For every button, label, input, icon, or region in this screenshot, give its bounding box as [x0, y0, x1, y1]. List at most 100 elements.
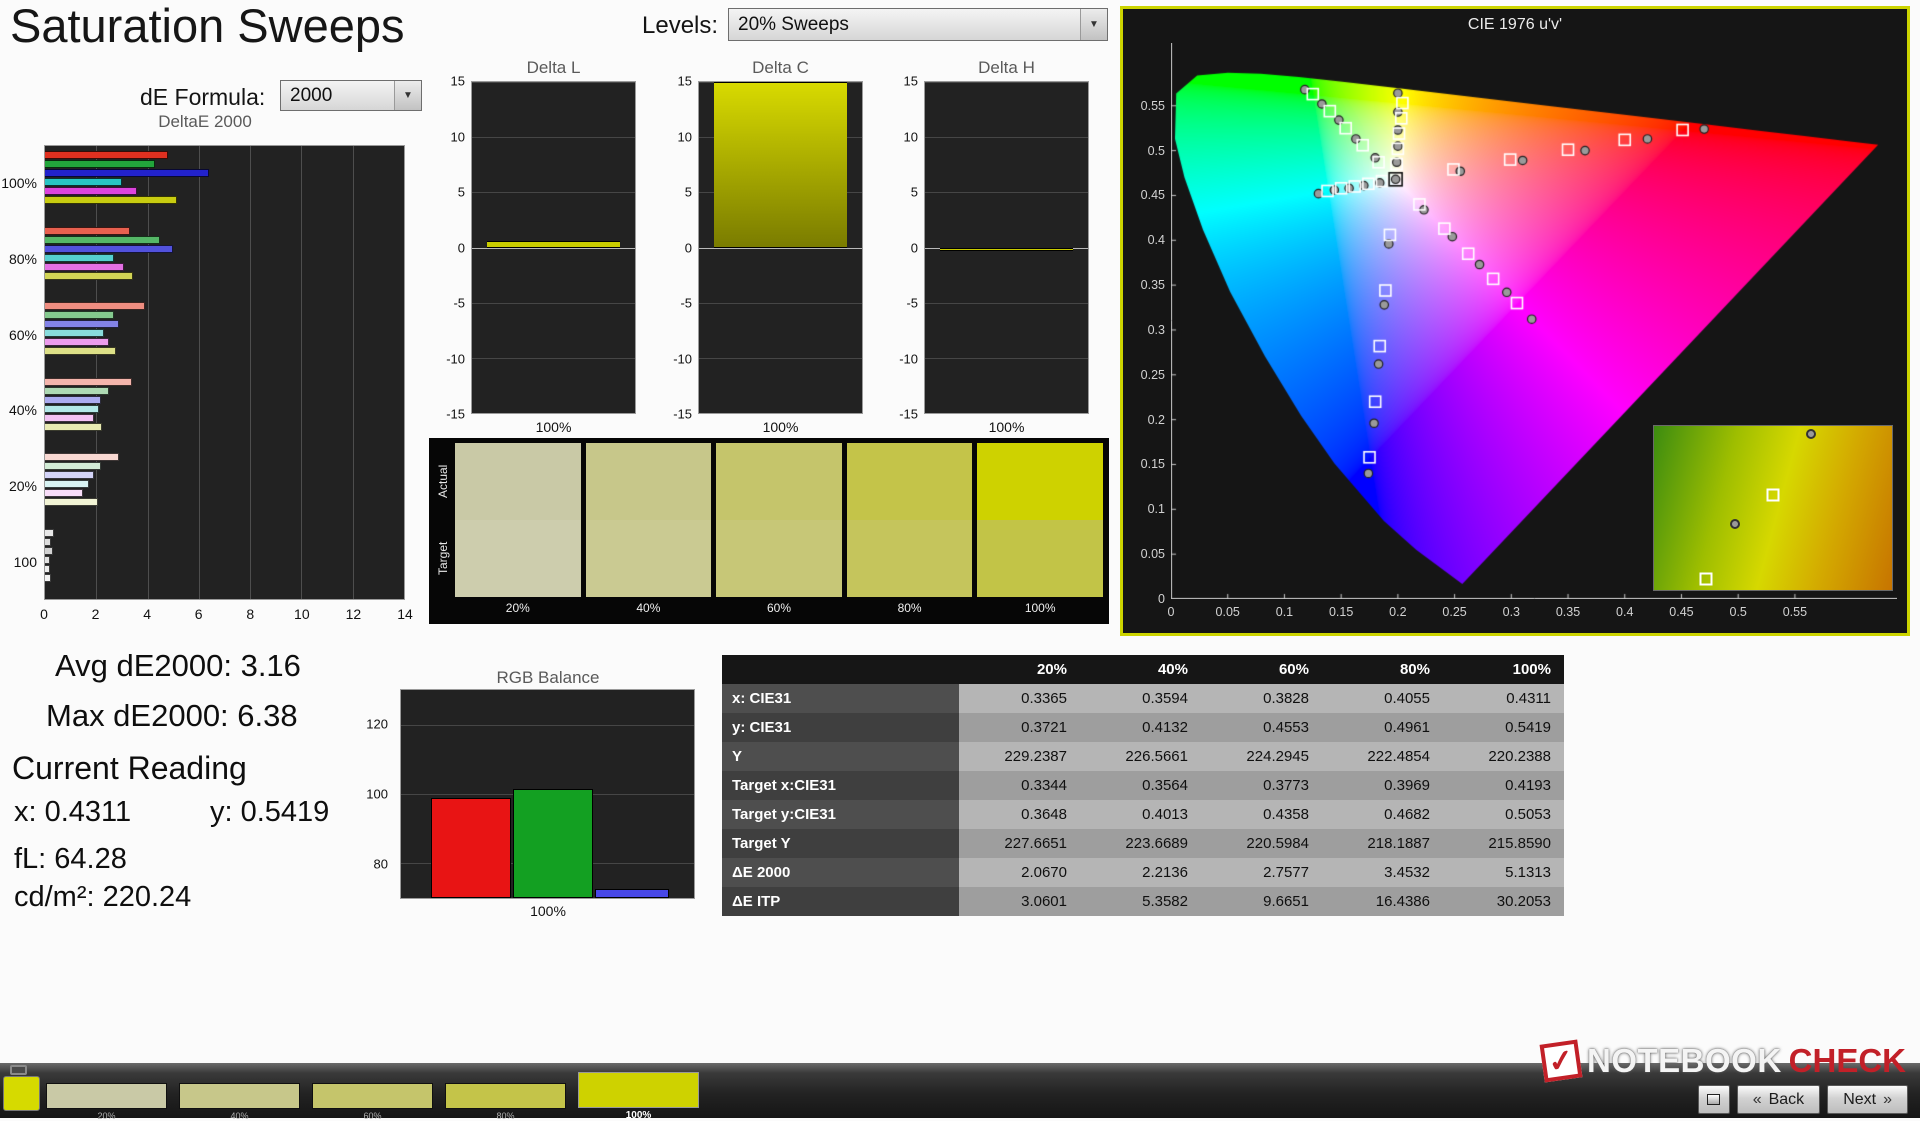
table-cell: 0.4193: [1443, 771, 1564, 800]
gridline: [925, 358, 1088, 359]
patch-color: [578, 1072, 699, 1108]
table-cell: 0.3773: [1201, 771, 1322, 800]
swatch-label: 60%: [716, 597, 842, 619]
bar: [487, 241, 621, 248]
table-cell: 0.4013: [1080, 800, 1201, 829]
x-tick-label: 0: [40, 606, 48, 622]
layout-button[interactable]: [1698, 1085, 1730, 1114]
bar-group: [45, 146, 404, 222]
next-button[interactable]: Next »: [1827, 1085, 1908, 1114]
levels-label: Levels:: [642, 12, 718, 40]
chart-title: Delta L: [471, 58, 636, 78]
de-formula-dropdown[interactable]: 2000 ▼: [280, 80, 422, 111]
back-button[interactable]: « Back: [1737, 1085, 1820, 1114]
bar-red: [431, 798, 511, 898]
patch-button-60%[interactable]: 60%: [312, 1083, 433, 1121]
y-tick-label: 0: [911, 240, 918, 255]
patch-label: 60%: [312, 1111, 433, 1121]
y-tick-label: 0.15: [1123, 457, 1165, 471]
de-formula-value: 2000: [281, 81, 394, 110]
x-tick-label: 100%: [698, 419, 863, 435]
table-header-row: 20%40%60%80%100%: [722, 655, 1564, 684]
swatch-label: 20%: [455, 597, 581, 619]
y-axis: 151050-5-10-15: [658, 81, 698, 414]
x-tick-label: 0.55: [1783, 605, 1807, 619]
patch-button-40%[interactable]: 40%: [179, 1083, 300, 1121]
actual-target-swatches: Actual Target 20%40%60%80%100%: [429, 438, 1109, 624]
y-tick-label: 0.3: [1123, 323, 1165, 337]
patch-label: 80%: [445, 1111, 566, 1121]
y-tick-label: 15: [904, 74, 918, 89]
chart-title: RGB Balance: [398, 668, 698, 688]
table-cell: 3.0601: [959, 887, 1080, 916]
delta-chart: Delta H151050-5-10-15100%: [884, 58, 1091, 435]
cie-diagram-panel[interactable]: CIE 1976 u'v' 00.050.10.150.20.250.30.35…: [1120, 6, 1910, 636]
table-cell: 0.3828: [1201, 684, 1322, 713]
table-cell: 0.4055: [1322, 684, 1443, 713]
current-cdm2: cd/m²: 220.24: [14, 881, 191, 914]
y-tick-label: 0.2: [1123, 413, 1165, 427]
y-tick-label: -15: [899, 407, 918, 422]
plot-area: [400, 689, 695, 899]
table-cell: 0.4682: [1322, 800, 1443, 829]
gridline: [699, 413, 862, 414]
y-tick-label: 120: [366, 717, 388, 732]
next-chevrons-icon: »: [1883, 1091, 1892, 1109]
bar: [45, 178, 122, 186]
y-axis-label: 60%: [0, 297, 42, 373]
table-cell: 0.3365: [959, 684, 1080, 713]
y-axis: 151050-5-10-15: [884, 81, 924, 414]
measured-marker: [1806, 429, 1816, 439]
y-tick-label: 0: [1123, 592, 1165, 606]
bar-group: [45, 373, 404, 449]
patch-color: [312, 1083, 433, 1109]
table-row-label: x: CIE31: [722, 684, 959, 713]
gridline: [925, 82, 1088, 83]
table-cell: 226.5661: [1080, 742, 1201, 771]
table-cell: 222.4854: [1322, 742, 1443, 771]
current-y: y: 0.5419: [210, 796, 329, 829]
patch-button-100%[interactable]: 100%: [578, 1072, 699, 1121]
y-axis-label: 80%: [0, 221, 42, 297]
table-cell: 5.1313: [1443, 858, 1564, 887]
gridline: [472, 358, 635, 359]
y-tick-label: 5: [911, 185, 918, 200]
y-tick-label: -5: [453, 296, 465, 311]
levels-dropdown[interactable]: 20% Sweeps ▼: [728, 8, 1108, 41]
table-cell: 9.6651: [1201, 887, 1322, 916]
table-row-label: y: CIE31: [722, 713, 959, 742]
actual-label: Actual: [431, 443, 455, 520]
x-tick-label: 0.35: [1556, 605, 1580, 619]
y-tick-label: 10: [904, 129, 918, 144]
target-marker: [1767, 488, 1780, 501]
bar-group: [45, 524, 404, 600]
de-formula-label: dE Formula:: [140, 84, 265, 111]
table-cell: 0.4553: [1201, 713, 1322, 742]
y-tick-label: 0.25: [1123, 368, 1165, 382]
bar: [45, 498, 98, 506]
actual-swatch: [716, 443, 842, 520]
next-label: Next: [1843, 1091, 1876, 1109]
bar: [45, 272, 133, 280]
actual-swatch: [977, 443, 1103, 520]
bar: [45, 387, 109, 395]
table-cell: 229.2387: [959, 742, 1080, 771]
levels-value: 20% Sweeps: [729, 9, 1080, 40]
delta-chart: Delta C151050-5-10-15100%: [658, 58, 865, 435]
patch-button-20%[interactable]: 20%: [46, 1083, 167, 1121]
table-cell: 224.2945: [1201, 742, 1322, 771]
swatch-columns: 20%40%60%80%100%: [455, 443, 1103, 622]
swatch-column: 100%: [977, 443, 1103, 622]
swatch-label: 40%: [586, 597, 712, 619]
y-axis: 151050-5-10-15: [431, 81, 471, 414]
swatch-column: 60%: [716, 443, 842, 622]
bar: [45, 320, 119, 328]
table-cell: 0.4358: [1201, 800, 1322, 829]
table-cell: 220.2388: [1443, 742, 1564, 771]
bar: [45, 263, 124, 271]
bar: [45, 338, 109, 346]
gridline: [925, 192, 1088, 193]
bar: [45, 423, 102, 431]
gridline: [472, 192, 635, 193]
patch-button-80%[interactable]: 80%: [445, 1083, 566, 1121]
